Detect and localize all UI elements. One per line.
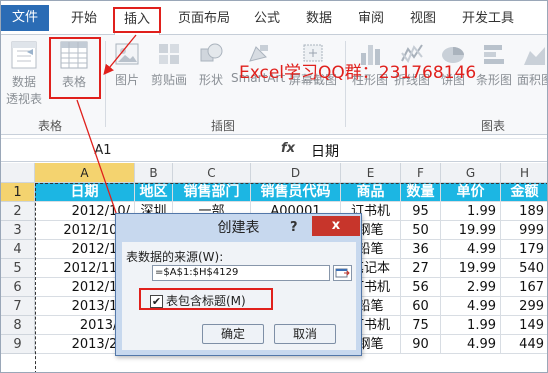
excel-window: 文件 开始 插入 页面布局 公式 数据 审阅 视图 开发工具 数据 透视表 表格… [0, 0, 548, 373]
close-button[interactable]: x [312, 216, 360, 236]
help-button[interactable]: ? [290, 220, 298, 235]
arrow-insert-to-table [103, 34, 137, 76]
